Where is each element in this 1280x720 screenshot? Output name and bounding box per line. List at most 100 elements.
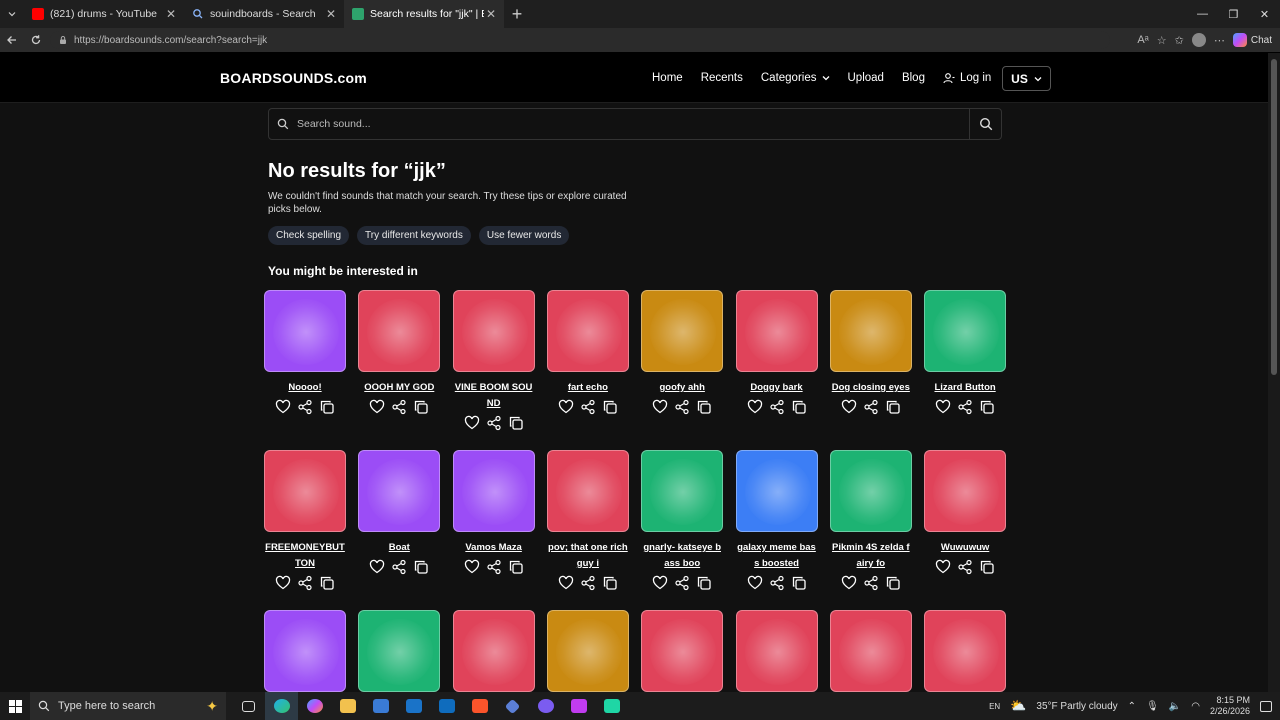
sound-title-link[interactable]: FREEMONEYBUTTON xyxy=(264,540,346,572)
more-options-icon[interactable]: ⋯ xyxy=(1214,34,1225,47)
microphone-icon[interactable]: 🎙 xyxy=(1146,701,1159,712)
nav-recents[interactable]: Recents xyxy=(701,72,743,84)
sound-title-link[interactable]: Vamos Maza xyxy=(453,540,535,556)
copy-link-icon[interactable] xyxy=(884,398,902,416)
favorite-heart-icon[interactable] xyxy=(557,574,575,592)
share-icon[interactable] xyxy=(579,574,597,592)
vpn-icon[interactable] xyxy=(496,692,529,720)
favorite-heart-icon[interactable] xyxy=(651,398,669,416)
taskbar-search[interactable]: Type here to search ✦ xyxy=(30,692,226,720)
sound-play-button[interactable] xyxy=(358,610,441,692)
sound-title-link[interactable]: Wuwuwuw xyxy=(924,540,1006,556)
tab-search[interactable]: souindboards - Search ✕ xyxy=(184,0,344,28)
sound-play-button[interactable] xyxy=(264,610,346,692)
favorite-heart-icon[interactable] xyxy=(934,398,952,416)
sound-title-link[interactable]: Dog closing eyes xyxy=(830,380,912,396)
task-view-icon[interactable] xyxy=(232,692,265,720)
store-icon[interactable] xyxy=(364,692,397,720)
outlook-icon[interactable] xyxy=(397,692,430,720)
minimize-icon[interactable]: — xyxy=(1187,0,1218,28)
favorite-heart-icon[interactable] xyxy=(274,574,292,592)
sound-play-button[interactable] xyxy=(264,450,346,532)
file-explorer-icon[interactable] xyxy=(331,692,364,720)
share-icon[interactable] xyxy=(485,414,503,432)
favorite-heart-icon[interactable] xyxy=(840,574,858,592)
tip-chip[interactable]: Try different keywords xyxy=(357,226,471,245)
close-tab-icon[interactable]: ✕ xyxy=(164,7,178,21)
nav-login[interactable]: Log in xyxy=(943,72,991,84)
copy-link-icon[interactable] xyxy=(412,398,430,416)
tab-actions-menu-icon[interactable] xyxy=(0,0,24,28)
back-button[interactable] xyxy=(0,28,24,52)
start-button[interactable] xyxy=(0,692,30,720)
favorite-heart-icon[interactable] xyxy=(746,574,764,592)
nav-blog[interactable]: Blog xyxy=(902,72,925,84)
share-icon[interactable] xyxy=(956,558,974,576)
sound-title-link[interactable]: Pikmin 4S zelda fairy fo xyxy=(830,540,912,572)
sound-play-button[interactable] xyxy=(735,290,818,372)
sound-play-button[interactable] xyxy=(641,290,724,372)
brave-icon[interactable] xyxy=(463,692,496,720)
nav-home[interactable]: Home xyxy=(652,72,683,84)
favorite-heart-icon[interactable] xyxy=(368,558,386,576)
share-icon[interactable] xyxy=(862,574,880,592)
url-field[interactable]: https://boardsounds.com/search?search=jj… xyxy=(50,31,1110,49)
share-icon[interactable] xyxy=(485,558,503,576)
share-icon[interactable] xyxy=(768,574,786,592)
restore-icon[interactable]: ❐ xyxy=(1218,0,1249,28)
favorite-heart-icon[interactable] xyxy=(274,398,292,416)
profile-avatar-icon[interactable] xyxy=(1191,33,1206,47)
copy-link-icon[interactable] xyxy=(695,574,713,592)
sound-play-button[interactable] xyxy=(735,610,818,692)
sound-title-link[interactable]: gnarly- katseye bass boo xyxy=(641,540,723,572)
sound-title-link[interactable]: Doggy bark xyxy=(736,380,818,396)
site-info-icon[interactable] xyxy=(58,35,68,45)
sound-play-button[interactable] xyxy=(924,450,1007,532)
sound-play-button[interactable] xyxy=(829,290,912,372)
sound-play-button[interactable] xyxy=(641,450,724,532)
sound-title-link[interactable]: OOOH MY GOD xyxy=(358,380,440,396)
copy-link-icon[interactable] xyxy=(601,574,619,592)
notifications-icon[interactable] xyxy=(1260,700,1272,712)
share-icon[interactable] xyxy=(296,398,314,416)
share-icon[interactable] xyxy=(673,574,691,592)
sound-play-button[interactable] xyxy=(641,610,724,692)
app-icon[interactable] xyxy=(562,692,595,720)
sound-play-button[interactable] xyxy=(924,290,1007,372)
copy-link-icon[interactable] xyxy=(507,558,525,576)
favorite-heart-icon[interactable] xyxy=(934,558,952,576)
favorites-icon[interactable]: ✩ xyxy=(1175,34,1184,47)
network-icon[interactable]: ◠ xyxy=(1191,701,1200,712)
favorite-heart-icon[interactable] xyxy=(651,574,669,592)
sound-title-link[interactable]: Noooo! xyxy=(264,380,346,396)
share-icon[interactable] xyxy=(390,558,408,576)
tip-chip[interactable]: Check spelling xyxy=(268,226,350,245)
copy-link-icon[interactable] xyxy=(790,574,808,592)
copy-link-icon[interactable] xyxy=(507,414,525,432)
app-icon[interactable] xyxy=(529,692,562,720)
new-tab-button[interactable]: + xyxy=(504,0,530,28)
copy-link-icon[interactable] xyxy=(978,558,996,576)
close-window-icon[interactable]: ✕ xyxy=(1249,0,1280,28)
chevron-up-icon[interactable]: ⌃ xyxy=(1128,701,1136,712)
share-icon[interactable] xyxy=(862,398,880,416)
sound-play-button[interactable] xyxy=(829,610,912,692)
copilot-chat-button[interactable]: Chat xyxy=(1232,33,1272,47)
read-aloud-icon[interactable]: Aᵃ xyxy=(1137,34,1148,46)
copy-link-icon[interactable] xyxy=(601,398,619,416)
clock[interactable]: 8:15 PM 2/26/2026 xyxy=(1210,695,1250,717)
sound-play-button[interactable] xyxy=(546,450,629,532)
sound-title-link[interactable]: VINE BOOM SOUND xyxy=(453,380,535,412)
site-logo[interactable]: BOARDSOUNDS.com xyxy=(220,70,367,86)
sound-title-link[interactable]: galaxy meme bass boosted xyxy=(736,540,818,572)
copy-link-icon[interactable] xyxy=(884,574,902,592)
tip-chip[interactable]: Use fewer words xyxy=(478,226,570,245)
share-icon[interactable] xyxy=(673,398,691,416)
share-icon[interactable] xyxy=(579,398,597,416)
sound-play-button[interactable] xyxy=(452,610,535,692)
sound-search-input[interactable] xyxy=(297,118,969,130)
weather-icon[interactable]: ⛅ xyxy=(1010,698,1026,714)
favorite-star-icon[interactable]: ☆ xyxy=(1157,34,1167,47)
sound-play-button[interactable] xyxy=(735,450,818,532)
share-icon[interactable] xyxy=(390,398,408,416)
